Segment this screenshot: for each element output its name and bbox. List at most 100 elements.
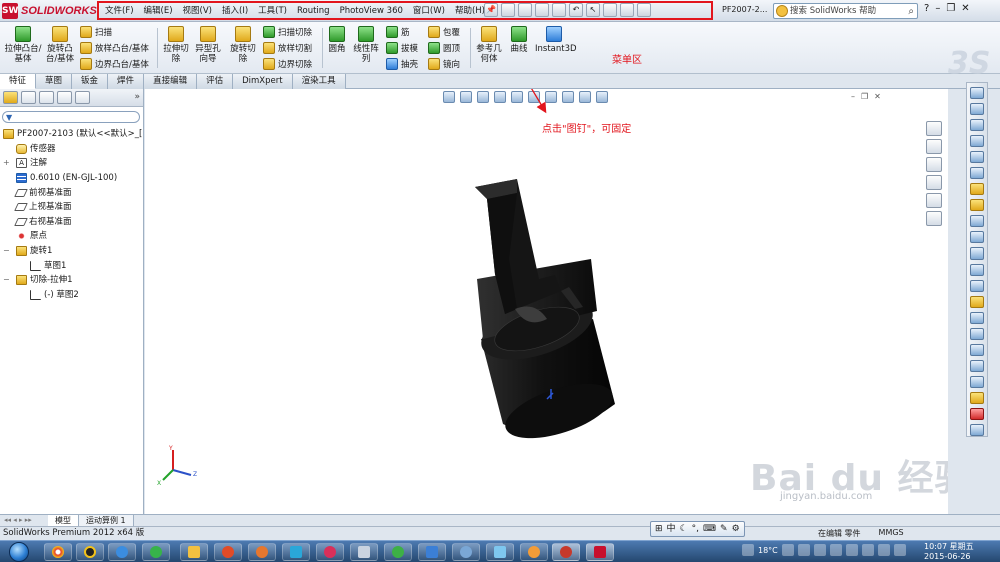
previous-view-icon[interactable] xyxy=(477,91,489,103)
menu-insert[interactable]: 插入(I) xyxy=(217,4,253,18)
property-manager-tab-icon[interactable] xyxy=(21,91,36,104)
move-component-icon[interactable] xyxy=(970,311,984,324)
rib-button[interactable]: 筋 xyxy=(386,26,410,38)
flag-tray-icon[interactable] xyxy=(861,544,874,556)
tree-item-top-plane[interactable]: 上视基准面 xyxy=(0,200,144,215)
zoom-to-area-icon[interactable] xyxy=(460,91,472,103)
check-icon[interactable] xyxy=(970,391,984,404)
hide-show-items-icon[interactable] xyxy=(545,91,557,103)
undo-icon[interactable]: ↶ xyxy=(569,3,583,17)
tree-item-revolve1[interactable]: − 旋转1 xyxy=(0,244,144,259)
select-pointer-icon[interactable]: ↖ xyxy=(586,3,600,17)
system-clock[interactable]: 10:07 星期五 2015-06-26 xyxy=(924,542,974,562)
options-icon[interactable] xyxy=(637,3,651,17)
collapse-toggle-icon[interactable]: − xyxy=(3,244,10,258)
dimxpert-manager-tab-icon[interactable] xyxy=(57,91,72,104)
viewport-minimize-icon[interactable]: – xyxy=(851,92,855,101)
taskbar-app-qq[interactable] xyxy=(76,543,104,561)
ime-tools-icon[interactable]: ✎ xyxy=(720,522,728,536)
rotate-view-icon[interactable] xyxy=(970,359,984,372)
taskbar-app-green[interactable] xyxy=(384,543,412,561)
menu-window[interactable]: 窗口(W) xyxy=(408,4,450,18)
file-explorer-icon[interactable] xyxy=(926,157,942,172)
loft-button[interactable]: 放样凸台/基体 xyxy=(80,42,149,54)
appearances-scenes-icon[interactable] xyxy=(926,193,942,208)
pin-icon[interactable]: 📌 xyxy=(484,3,498,17)
minimize-window-icon[interactable]: – xyxy=(935,3,940,14)
taskbar-app-network[interactable] xyxy=(452,543,480,561)
tab-weldments[interactable]: 焊件 xyxy=(108,74,145,89)
tree-item-origin[interactable]: 原点 xyxy=(0,229,144,244)
open-folder-icon[interactable] xyxy=(518,3,532,17)
cloud-tray-icon[interactable] xyxy=(845,544,858,556)
part-model[interactable] xyxy=(465,179,625,439)
tab-dimxpert[interactable]: DimXpert xyxy=(233,74,293,89)
view-front-icon[interactable] xyxy=(970,119,984,132)
swept-cut-button[interactable]: 扫描切除 xyxy=(263,26,312,38)
draft-button[interactable]: 拔模 xyxy=(386,42,418,54)
boundary-boss-button[interactable]: 边界凸台/基体 xyxy=(80,58,149,70)
extrude-boss-button[interactable]: 拉伸凸台/基体 xyxy=(4,26,42,64)
menu-photoview[interactable]: PhotoView 360 xyxy=(335,4,408,18)
qq-tray-icon[interactable] xyxy=(829,544,842,556)
tree-item-annotations[interactable]: + A 注解 xyxy=(0,156,144,171)
custom-properties-icon[interactable] xyxy=(926,211,942,226)
magnifier-icon[interactable]: ⌕ xyxy=(908,5,914,19)
viewport-close-icon[interactable]: ✕ xyxy=(874,92,881,101)
taskbar-app-stats[interactable] xyxy=(350,543,378,561)
expand-toggle-icon[interactable]: + xyxy=(3,156,10,170)
solidworks-logo[interactable]: SW SOLIDWORKS xyxy=(2,2,97,20)
volume-icon[interactable] xyxy=(877,544,890,556)
tree-item-material[interactable]: 0.6010 (EN-GJL-100) xyxy=(0,171,144,186)
graphics-viewport[interactable]: – ❐ ✕ 点击"图钉"，可固定 Y Z X Bai du 经 jingyan.… xyxy=(145,89,948,514)
view-settings-icon[interactable] xyxy=(596,91,608,103)
menu-edit[interactable]: 编辑(E) xyxy=(139,4,178,18)
tab-model[interactable]: 模型 xyxy=(48,515,79,526)
solidworks-resources-icon[interactable] xyxy=(926,121,942,136)
standard-views-icon[interactable] xyxy=(970,103,984,116)
ime-punct-icon[interactable]: °, xyxy=(692,522,699,536)
start-button[interactable] xyxy=(3,541,35,562)
instant3d-button[interactable]: Instant3D xyxy=(535,26,577,54)
summation-icon[interactable] xyxy=(970,263,984,276)
dome-button[interactable]: 圆顶 xyxy=(428,42,460,54)
taskbar-app-user[interactable] xyxy=(552,543,580,561)
view-top-icon[interactable] xyxy=(970,183,984,196)
taskbar-app-solidworks[interactable] xyxy=(586,543,614,561)
configuration-manager-tab-icon[interactable] xyxy=(39,91,54,104)
taskbar-app-mail[interactable] xyxy=(418,543,446,561)
view-back-icon[interactable] xyxy=(970,135,984,148)
network-tray-icon[interactable] xyxy=(893,544,906,556)
hole-wizard-button[interactable]: 异型孔向导 xyxy=(194,26,222,64)
print-icon[interactable] xyxy=(552,3,566,17)
ime-logo-icon[interactable]: ⊞ xyxy=(655,522,663,536)
ime-moon-icon[interactable]: ☾ xyxy=(680,522,688,536)
apply-scene-icon[interactable] xyxy=(579,91,591,103)
tree-item-sketch1[interactable]: 草图1 xyxy=(0,258,144,273)
boundary-cut-button[interactable]: 边界切除 xyxy=(263,58,312,70)
menu-file[interactable]: 文件(F) xyxy=(100,4,139,18)
warning-icon[interactable] xyxy=(970,295,984,308)
ime-settings-icon[interactable]: ⚙ xyxy=(732,522,740,536)
collapse-toggle-icon[interactable]: − xyxy=(3,273,10,287)
fillet-button[interactable]: 圆角 xyxy=(326,26,348,54)
trimetric-view-icon[interactable] xyxy=(970,231,984,244)
tab-motion-study[interactable]: 运动算例 1 xyxy=(79,515,134,526)
extrude-cut-button[interactable]: 拉伸切除 xyxy=(162,26,190,64)
menu-tools[interactable]: 工具(T) xyxy=(253,4,292,18)
tab-direct-edit[interactable]: 直接编辑 xyxy=(144,74,198,89)
tree-item-sensors[interactable]: 传感器 xyxy=(0,142,144,157)
view-bottom-icon[interactable] xyxy=(970,199,984,212)
help-search-input[interactable]: 搜索 SolidWorks 帮助 ⌕ xyxy=(773,3,918,19)
section-view-icon[interactable] xyxy=(494,91,506,103)
help-question-icon[interactable]: ? xyxy=(924,3,929,14)
tab-render-tools[interactable]: 渲染工具 xyxy=(292,74,346,89)
menu-routing[interactable]: Routing xyxy=(292,4,335,18)
rebuild-icon[interactable] xyxy=(603,3,617,17)
measure-icon[interactable] xyxy=(970,279,984,292)
linear-pattern-button[interactable]: 线性阵列 xyxy=(352,26,380,64)
tab-sketch[interactable]: 草图 xyxy=(36,74,73,89)
app-tray-icon[interactable] xyxy=(797,544,810,556)
shell-button[interactable]: 抽壳 xyxy=(386,58,418,70)
mate-icon[interactable] xyxy=(970,327,984,340)
